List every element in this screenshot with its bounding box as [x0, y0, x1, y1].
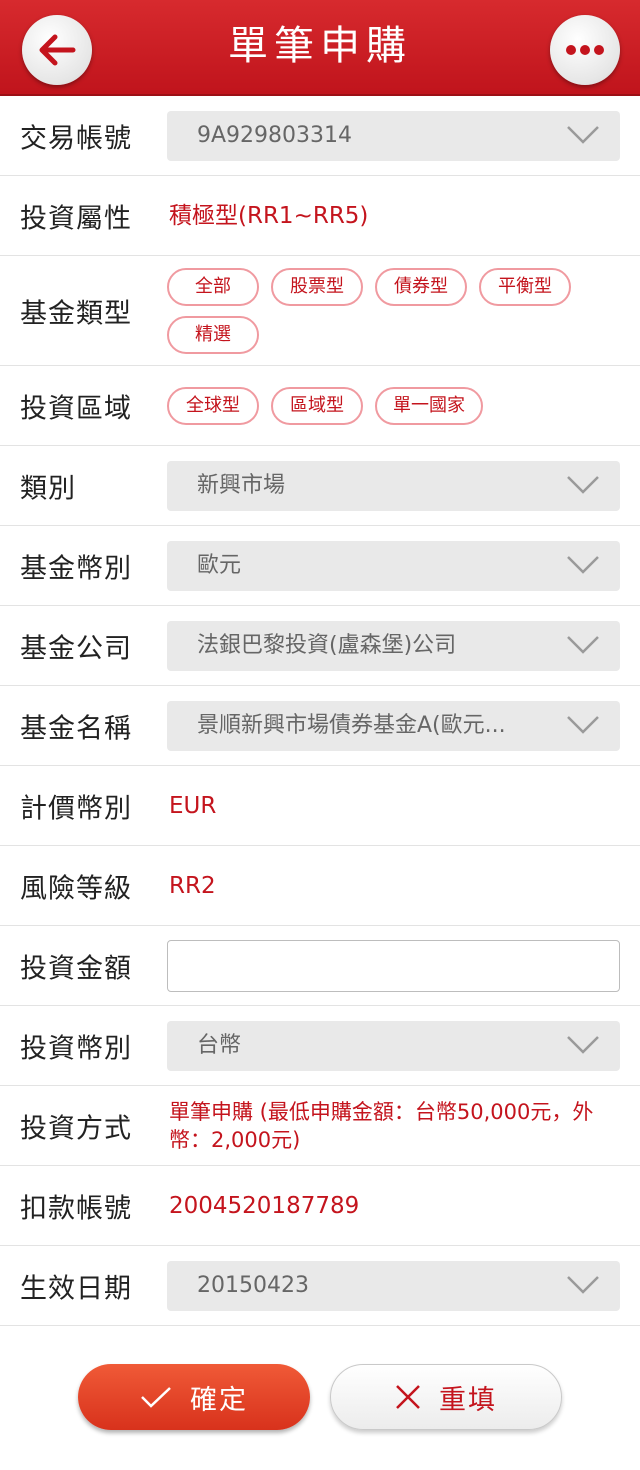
reset-button[interactable]: 重填	[330, 1364, 562, 1430]
chip-region[interactable]: 區域型	[271, 387, 363, 425]
app-header: 單筆申購	[0, 0, 640, 96]
confirm-button[interactable]: 確定	[78, 1364, 310, 1430]
row-effective-date: 生效日期 20150423	[0, 1246, 640, 1326]
risk-attr-value: 積極型(RR1~RR5)	[169, 202, 369, 229]
fund-name-select[interactable]: 景順新興市場債券基金A(歐元...	[167, 700, 620, 751]
pricing-currency-label: 計價幣別	[20, 793, 132, 824]
more-button[interactable]	[550, 15, 620, 85]
fund-company-select[interactable]: 法銀巴黎投資(盧森堡)公司	[167, 620, 620, 671]
fund-currency-label: 基金幣別	[20, 553, 132, 584]
row-category: 類別 新興市場	[0, 446, 640, 526]
row-amount: 投資金額	[0, 926, 640, 1006]
chevron-down-icon	[567, 1275, 599, 1294]
method-label: 投資方式	[20, 1113, 132, 1144]
invest-currency-value: 台幣	[197, 1032, 242, 1058]
pricing-currency-value: EUR	[169, 792, 217, 819]
row-method: 投資方式 單筆申購 (最低申購金額：台幣50,000元，外幣：2,000元)	[0, 1086, 640, 1166]
fund-name-label: 基金名稱	[20, 713, 132, 744]
account-select[interactable]: 9A929803314	[167, 110, 620, 161]
amount-label: 投資金額	[20, 953, 132, 984]
chip-fund-type[interactable]: 平衡型	[479, 268, 571, 306]
row-risk-level: 風險等級 RR2	[0, 846, 640, 926]
check-icon	[141, 1387, 171, 1408]
method-value: 單筆申購 (最低申購金額：台幣50,000元，外幣：2,000元)	[169, 1099, 594, 1152]
chip-fund-type[interactable]: 精選	[167, 316, 259, 354]
row-fund-name: 基金名稱 景順新興市場債券基金A(歐元...	[0, 686, 640, 766]
fund-type-label: 基金類型	[20, 298, 132, 329]
row-fund-currency: 基金幣別 歐元	[0, 526, 640, 606]
chevron-down-icon	[567, 715, 599, 734]
fund-type-chips: 全部 股票型 債券型 平衡型 精選	[167, 268, 600, 354]
amount-input[interactable]	[167, 939, 620, 992]
confirm-label: 確定	[190, 1384, 248, 1416]
reset-label: 重填	[439, 1384, 497, 1416]
row-fund-type: 基金類型 全部 股票型 債券型 平衡型 精選	[0, 256, 640, 366]
more-dots-icon	[566, 45, 604, 55]
chevron-down-icon	[567, 475, 599, 494]
invest-region-chips: 全球型 區域型 單一國家	[167, 387, 600, 425]
effective-date-select[interactable]: 20150423	[167, 1260, 620, 1311]
row-account: 交易帳號 9A929803314	[0, 96, 640, 176]
chip-fund-type[interactable]: 股票型	[271, 268, 363, 306]
chevron-down-icon	[567, 1035, 599, 1054]
row-invest-region: 投資區域 全球型 區域型 單一國家	[0, 366, 640, 446]
fund-company-value: 法銀巴黎投資(盧森堡)公司	[197, 632, 457, 658]
fund-name-value: 景順新興市場債券基金A(歐元...	[197, 712, 506, 738]
category-select[interactable]: 新興市場	[167, 460, 620, 511]
debit-account-label: 扣款帳號	[20, 1193, 132, 1224]
row-pricing-currency: 計價幣別 EUR	[0, 766, 640, 846]
effective-date-label: 生效日期	[20, 1273, 132, 1304]
chip-region[interactable]: 全球型	[167, 387, 259, 425]
chevron-down-icon	[567, 125, 599, 144]
row-fund-company: 基金公司 法銀巴黎投資(盧森堡)公司	[0, 606, 640, 686]
fund-currency-select[interactable]: 歐元	[167, 540, 620, 591]
row-invest-currency: 投資幣別 台幣	[0, 1006, 640, 1086]
chevron-down-icon	[567, 555, 599, 574]
risk-attr-label: 投資屬性	[20, 203, 132, 234]
chevron-down-icon	[567, 635, 599, 654]
risk-level-value: RR2	[169, 872, 216, 899]
account-value: 9A929803314	[197, 122, 353, 148]
fund-currency-value: 歐元	[197, 552, 242, 578]
chip-fund-type[interactable]: 全部	[167, 268, 259, 306]
invest-currency-select[interactable]: 台幣	[167, 1020, 620, 1071]
row-debit-account: 扣款帳號 2004520187789	[0, 1166, 640, 1246]
page-title: 單筆申購	[228, 23, 412, 69]
account-label: 交易帳號	[20, 123, 132, 154]
effective-date-value: 20150423	[197, 1272, 309, 1298]
close-icon	[396, 1385, 420, 1409]
invest-region-label: 投資區域	[20, 393, 132, 424]
fund-company-label: 基金公司	[20, 633, 132, 664]
invest-currency-label: 投資幣別	[20, 1033, 132, 1064]
chip-region[interactable]: 單一國家	[375, 387, 483, 425]
category-label: 類別	[20, 473, 76, 504]
chip-fund-type[interactable]: 債券型	[375, 268, 467, 306]
risk-level-label: 風險等級	[20, 873, 132, 904]
subscription-form: 交易帳號 9A929803314 投資屬性 積極型(RR1~RR5) 基金類型 …	[0, 96, 640, 1326]
row-risk-attr: 投資屬性 積極型(RR1~RR5)	[0, 176, 640, 256]
category-value: 新興市場	[197, 472, 286, 498]
debit-account-value: 2004520187789	[169, 1192, 360, 1219]
